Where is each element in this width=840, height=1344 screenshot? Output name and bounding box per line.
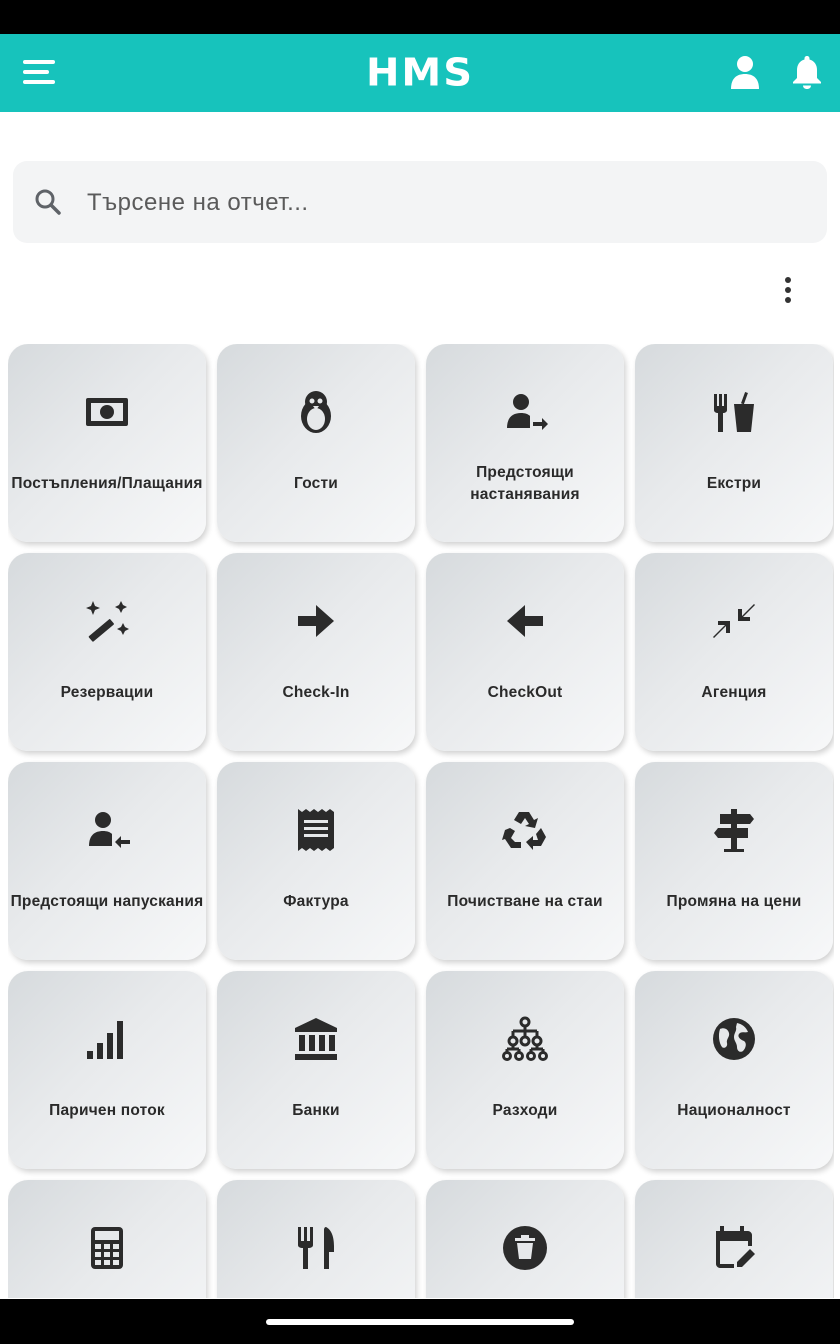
utensils-drink-icon — [710, 388, 758, 436]
home-gesture-handle[interactable] — [266, 1319, 574, 1325]
trash-icon — [501, 1224, 549, 1272]
penguin-icon — [292, 388, 340, 436]
tile-upcoming-arrivals[interactable]: Предстоящи настанявания — [426, 344, 624, 542]
utensils-icon — [292, 1224, 340, 1272]
report-grid: Постъпления/Плащания Гости Предстоящи на… — [8, 344, 834, 1298]
tile-delete[interactable] — [426, 1180, 624, 1298]
tile-label: Промяна на цени — [666, 893, 802, 910]
tile-agency[interactable]: Агенция — [635, 553, 833, 751]
app-bar: HMS — [0, 34, 840, 112]
tile-room-cleaning[interactable]: Почистване на стаи — [426, 762, 624, 960]
person-departure-icon — [83, 806, 131, 854]
money-icon — [83, 388, 131, 436]
person-arrival-icon — [501, 388, 549, 436]
tile-calculator[interactable] — [8, 1180, 206, 1298]
tile-label: Предстоящи настанявания — [470, 464, 580, 503]
tile-label: Почистване на стаи — [447, 893, 603, 910]
search-input[interactable] — [85, 177, 809, 229]
tile-label: Предстоящи напускания — [10, 893, 204, 910]
tile-guests[interactable]: Гости — [217, 344, 415, 542]
calendar-edit-icon — [710, 1224, 758, 1272]
tile-upcoming-departures[interactable]: Предстоящи напускания — [8, 762, 206, 960]
search-icon — [35, 189, 61, 215]
sitemap-icon — [501, 1015, 549, 1063]
calculator-icon — [83, 1224, 131, 1272]
signal-bars-icon — [83, 1015, 131, 1063]
tile-price-change[interactable]: Промяна на цени — [635, 762, 833, 960]
more-vertical-icon — [785, 277, 791, 303]
tile-check-in[interactable]: Check-In — [217, 553, 415, 751]
globe-icon — [710, 1015, 758, 1063]
receipt-icon — [292, 806, 340, 854]
tile-invoice[interactable]: Фактура — [217, 762, 415, 960]
tile-label: Националност — [677, 1102, 791, 1119]
tile-banks[interactable]: Банки — [217, 971, 415, 1169]
tile-extras[interactable]: Екстри — [635, 344, 833, 542]
search-bar[interactable] — [13, 161, 827, 243]
arrow-left-icon — [501, 597, 549, 645]
signpost-icon — [710, 806, 758, 854]
profile-button[interactable] — [724, 50, 766, 94]
tile-label: Банки — [292, 1102, 340, 1119]
tile-restaurant[interactable] — [217, 1180, 415, 1298]
more-options-button[interactable] — [772, 274, 804, 306]
status-bar — [0, 0, 840, 34]
tile-check-out[interactable]: CheckOut — [426, 553, 624, 751]
app-title: HMS — [365, 51, 475, 95]
tile-label: Check-In — [282, 684, 350, 701]
tile-calendar[interactable] — [635, 1180, 833, 1298]
tile-reservations[interactable]: Резервации — [8, 553, 206, 751]
tile-label: CheckOut — [487, 684, 563, 701]
user-icon — [731, 56, 759, 89]
menu-button[interactable] — [16, 52, 62, 92]
magic-wand-icon — [83, 597, 131, 645]
tile-label: Паричен поток — [49, 1102, 165, 1119]
tile-label: Фактура — [283, 893, 349, 910]
compress-arrows-icon — [710, 597, 758, 645]
tile-label: Постъпления/Плащания — [11, 475, 203, 492]
tile-expenses[interactable]: Разходи — [426, 971, 624, 1169]
tile-cash-flow[interactable]: Паричен поток — [8, 971, 206, 1169]
tile-label: Резервации — [60, 684, 154, 701]
menu-icon — [23, 60, 55, 84]
tile-payments[interactable]: Постъпления/Плащания — [8, 344, 206, 542]
tile-label: Екстри — [706, 475, 762, 492]
tile-nationality[interactable]: Националност — [635, 971, 833, 1169]
arrow-right-icon — [292, 597, 340, 645]
tile-label: Агенция — [701, 684, 767, 701]
bank-icon — [292, 1015, 340, 1063]
tile-label: Разходи — [492, 1102, 558, 1119]
notifications-button[interactable] — [786, 50, 828, 94]
bell-icon — [793, 56, 821, 89]
recycle-icon — [501, 806, 549, 854]
tile-label: Гости — [293, 475, 339, 492]
